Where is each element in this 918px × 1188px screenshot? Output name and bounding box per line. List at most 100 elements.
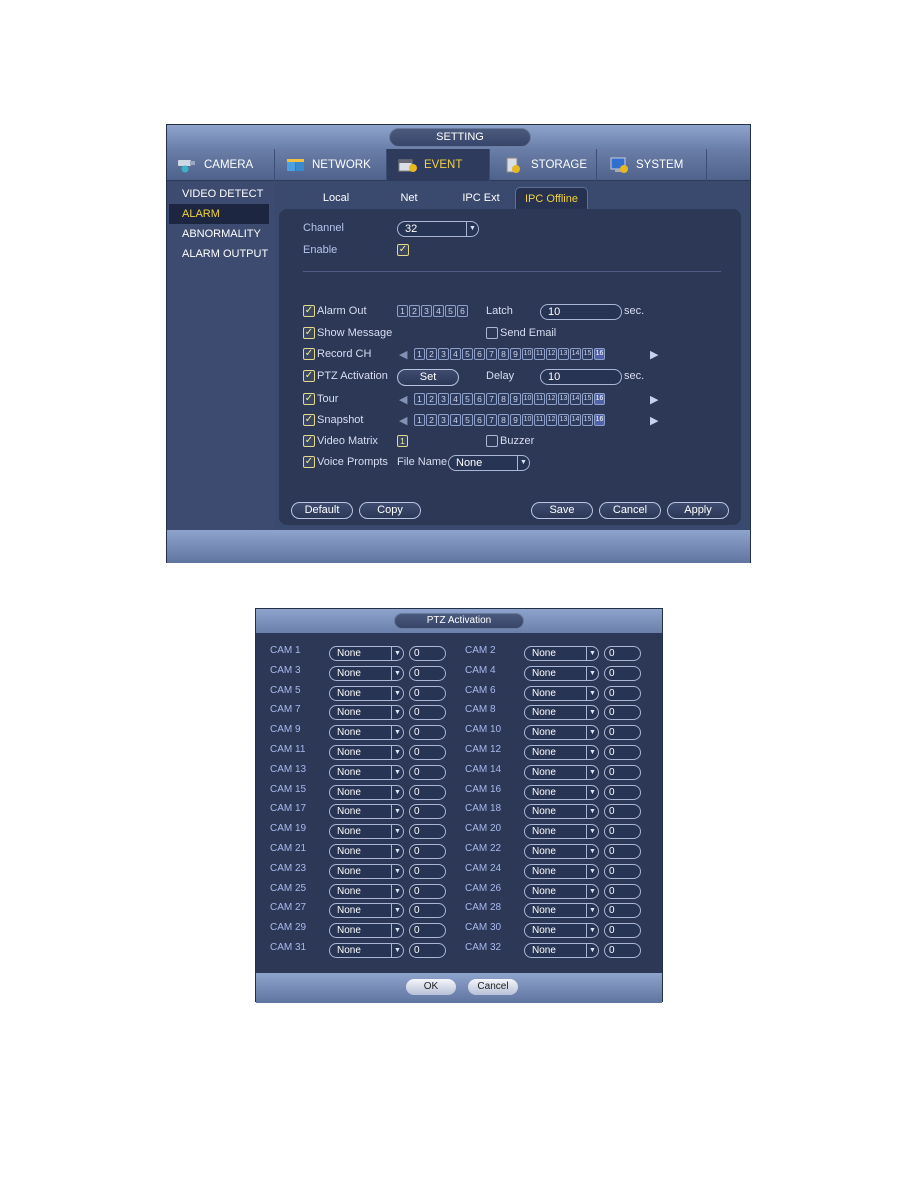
show-message-checkbox[interactable]: ✓ <box>303 327 315 339</box>
cam-type-select[interactable]: None ▼ <box>524 745 599 760</box>
record-ch-ch[interactable]: 10 <box>522 348 533 360</box>
cam-value-input[interactable]: 0 <box>409 844 446 859</box>
cam-type-select[interactable]: None ▼ <box>524 646 599 661</box>
cam-value-input[interactable]: 0 <box>604 943 641 958</box>
record-ch-ch[interactable]: 14 <box>570 348 581 360</box>
cam-value-input[interactable]: 0 <box>604 745 641 760</box>
tour-ch[interactable]: 3 <box>438 393 449 405</box>
save-button[interactable]: Save <box>531 502 593 519</box>
cam-type-select[interactable]: None ▼ <box>524 784 599 800</box>
tab-storage[interactable]: STORAGE <box>490 149 597 181</box>
record-ch-ch[interactable]: 15 <box>582 348 593 360</box>
cam-type-select[interactable]: None ▼ <box>329 804 404 820</box>
snapshot-ch[interactable]: 4 <box>450 414 461 426</box>
alarm-out-ch[interactable]: 4 <box>433 305 444 317</box>
cam-type-select[interactable]: None ▼ <box>329 705 404 721</box>
cam-value-input[interactable]: 0 <box>409 923 446 939</box>
cam-type-select[interactable]: None ▼ <box>524 903 599 919</box>
file-name-select[interactable]: None ▼ <box>448 455 530 471</box>
cam-type-select[interactable]: None ▼ <box>524 883 599 899</box>
cam-type-select[interactable]: None ▼ <box>524 824 599 840</box>
cam-value-input[interactable]: 0 <box>604 863 641 879</box>
cam-value-input[interactable]: 0 <box>409 903 446 919</box>
cam-value-input[interactable]: 0 <box>409 725 446 741</box>
cam-type-select[interactable]: None ▼ <box>524 685 599 701</box>
tour-ch[interactable]: 15 <box>582 393 593 405</box>
record-ch-ch[interactable]: 5 <box>462 348 473 360</box>
alarm-out-ch[interactable]: 2 <box>409 305 420 317</box>
cam-type-select[interactable]: None ▼ <box>329 903 404 919</box>
ptz-set-button[interactable]: Set <box>397 369 459 386</box>
cam-type-select[interactable]: None ▼ <box>524 863 599 879</box>
sidebar-item-video-detect[interactable]: VIDEO DETECT <box>167 184 275 204</box>
cam-type-select[interactable]: None ▼ <box>329 685 404 701</box>
tour-checkbox[interactable]: ✓ <box>303 393 315 405</box>
snapshot-ch[interactable]: 5 <box>462 414 473 426</box>
record-ch-ch[interactable]: 6 <box>474 348 485 360</box>
delay-input[interactable]: 10 <box>540 369 622 385</box>
tour-ch[interactable]: 7 <box>486 393 497 405</box>
snapshot-ch[interactable]: 10 <box>522 414 533 426</box>
cam-type-select[interactable]: None ▼ <box>524 705 599 721</box>
cam-type-select[interactable]: None ▼ <box>329 725 404 741</box>
cam-type-select[interactable]: None ▼ <box>524 943 599 958</box>
cam-value-input[interactable]: 0 <box>604 804 641 820</box>
snapshot-ch[interactable]: 14 <box>570 414 581 426</box>
snapshot-checkbox[interactable]: ✓ <box>303 414 315 426</box>
record-ch-ch[interactable]: 16 <box>594 348 605 360</box>
video-matrix-checkbox[interactable]: ✓ <box>303 435 315 447</box>
sidebar-item-alarm[interactable]: ALARM <box>169 204 269 224</box>
tour-ch[interactable]: 11 <box>534 393 545 405</box>
record-ch-ch[interactable]: 13 <box>558 348 569 360</box>
dialog-cancel-button[interactable]: Cancel <box>468 979 518 995</box>
cam-type-select[interactable]: None ▼ <box>524 665 599 681</box>
tour-ch[interactable]: 9 <box>510 393 521 405</box>
cam-type-select[interactable]: None ▼ <box>329 824 404 840</box>
subtab-local[interactable]: Local <box>303 187 369 209</box>
apply-button[interactable]: Apply <box>667 502 729 519</box>
cam-type-select[interactable]: None ▼ <box>329 646 404 661</box>
cancel-button[interactable]: Cancel <box>599 502 661 519</box>
cam-value-input[interactable]: 0 <box>604 923 641 939</box>
snapshot-ch[interactable]: 3 <box>438 414 449 426</box>
record-ch-ch[interactable]: 7 <box>486 348 497 360</box>
cam-value-input[interactable]: 0 <box>604 665 641 681</box>
cam-type-select[interactable]: None ▼ <box>329 665 404 681</box>
cam-type-select[interactable]: None ▼ <box>329 883 404 899</box>
snapshot-ch[interactable]: 1 <box>414 414 425 426</box>
cam-type-select[interactable]: None ▼ <box>524 923 599 939</box>
cam-value-input[interactable]: 0 <box>604 883 641 899</box>
arrow-left-icon[interactable]: ◀ <box>399 414 407 427</box>
cam-value-input[interactable]: 0 <box>604 903 641 919</box>
snapshot-ch[interactable]: 7 <box>486 414 497 426</box>
tab-system[interactable]: SYSTEM <box>597 149 707 181</box>
record-ch-ch[interactable]: 8 <box>498 348 509 360</box>
cam-value-input[interactable]: 0 <box>604 685 641 701</box>
snapshot-ch[interactable]: 11 <box>534 414 545 426</box>
cam-type-select[interactable]: None ▼ <box>329 745 404 760</box>
snapshot-ch[interactable]: 8 <box>498 414 509 426</box>
cam-type-select[interactable]: None ▼ <box>524 764 599 780</box>
cam-value-input[interactable]: 0 <box>409 646 446 661</box>
record-ch-ch[interactable]: 9 <box>510 348 521 360</box>
tab-camera[interactable]: CAMERA <box>167 149 275 181</box>
cam-value-input[interactable]: 0 <box>604 725 641 741</box>
video-matrix-ch[interactable]: 1 <box>397 435 408 447</box>
arrow-left-icon[interactable]: ◀ <box>399 393 407 406</box>
cam-type-select[interactable]: None ▼ <box>329 863 404 879</box>
alarm-out-checkbox[interactable]: ✓ <box>303 305 315 317</box>
snapshot-ch[interactable]: 16 <box>594 414 605 426</box>
tab-event[interactable]: EVENT <box>387 149 490 181</box>
sidebar-item-abnormality[interactable]: ABNORMALITY <box>167 224 275 244</box>
record-ch-ch[interactable]: 1 <box>414 348 425 360</box>
enable-checkbox[interactable]: ✓ <box>397 244 409 256</box>
cam-type-select[interactable]: None ▼ <box>329 844 404 859</box>
record-ch-ch[interactable]: 11 <box>534 348 545 360</box>
snapshot-ch[interactable]: 13 <box>558 414 569 426</box>
tour-ch[interactable]: 1 <box>414 393 425 405</box>
tour-ch[interactable]: 13 <box>558 393 569 405</box>
cam-value-input[interactable]: 0 <box>409 824 446 840</box>
cam-value-input[interactable]: 0 <box>604 764 641 780</box>
cam-type-select[interactable]: None ▼ <box>329 784 404 800</box>
tour-ch[interactable]: 16 <box>594 393 605 405</box>
